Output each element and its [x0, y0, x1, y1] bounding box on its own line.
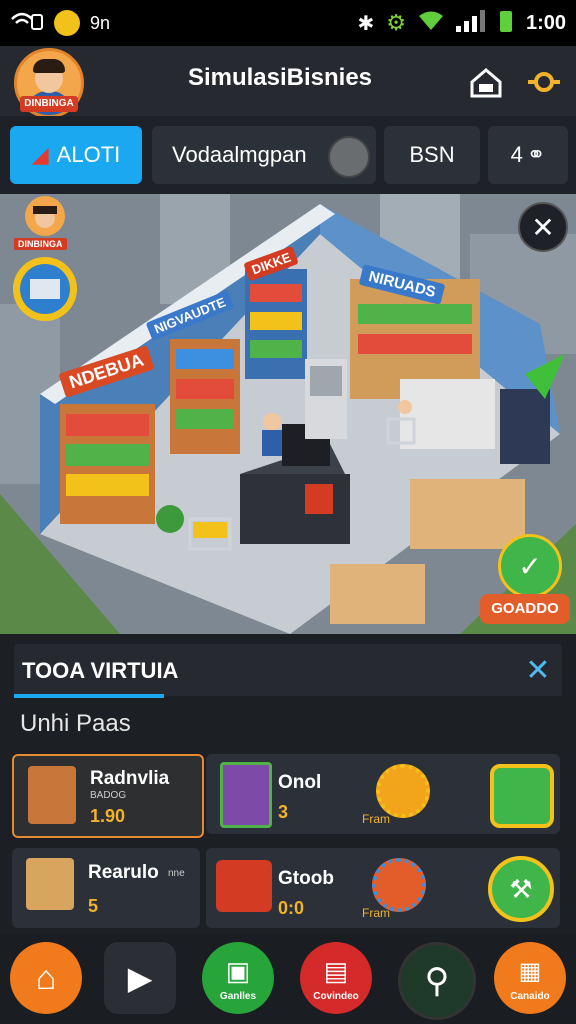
- page-title: SimulasiBisnies: [187, 64, 373, 91]
- nav-gallery-button[interactable]: ▦ Canaido: [494, 942, 566, 1014]
- tab-label: BSN: [409, 142, 455, 167]
- truck-icon: [216, 860, 272, 912]
- search-icon: ⚲: [424, 962, 450, 1000]
- nav-play-button[interactable]: ▶: [104, 942, 176, 1014]
- play-icon: ▶: [127, 960, 153, 996]
- tab-share[interactable]: 4 ⚭: [488, 126, 568, 184]
- close-icon: ✕: [525, 653, 551, 687]
- tab-label: Vodaalmgpan: [172, 142, 307, 167]
- carrier-text: 9n: [90, 12, 111, 33]
- gear-icon: ⚙: [386, 10, 406, 35]
- tab-vodaalmgpan[interactable]: Vodaalmgpan: [152, 126, 376, 184]
- nav-label: Ganlles: [219, 991, 257, 1002]
- sun-icon: [376, 764, 430, 818]
- panel-tab-indicator: [14, 694, 164, 698]
- panel-subtitle: Unhi Paas: [20, 710, 131, 737]
- image-icon: ▦: [518, 957, 542, 985]
- item-card[interactable]: Onol 3 Fram: [206, 754, 560, 834]
- tab-aloti[interactable]: ◢ ALOTI: [10, 126, 142, 184]
- item-value: 3: [278, 802, 289, 822]
- item-value: 1.90: [90, 806, 126, 826]
- scene-check-button[interactable]: ✓: [498, 534, 562, 598]
- tools-icon: ⚒: [488, 856, 554, 922]
- crate-icon: [26, 858, 74, 910]
- panel-title: TOOA VIRTUIA: [22, 658, 179, 683]
- wifi-icon: [418, 10, 444, 37]
- item-card[interactable]: Radnvlia BADOG 1.90: [12, 754, 204, 838]
- panel-close-button[interactable]: ✕: [520, 652, 556, 688]
- scene-avatar-tag: DINBINGA: [14, 238, 67, 250]
- tab-label: ALOTI: [56, 142, 121, 167]
- item-card[interactable]: Gtoob 0:0 Fram ⚒: [206, 848, 560, 928]
- tab-bar: ◢ ALOTI Vodaalmgpan BSN 4 ⚭: [0, 116, 576, 194]
- signal-icon: [455, 9, 486, 37]
- tab-bsn[interactable]: BSN: [384, 126, 480, 184]
- box-icon: [490, 764, 554, 828]
- item-card[interactable]: Rearulo nne 5: [12, 848, 200, 928]
- item-name: Radnvlia: [90, 768, 170, 789]
- store-scene[interactable]: NDEBUA NIGVAUDTE DIKKE NIRUADS DINBINGA …: [0, 194, 576, 634]
- item-extra: Fram: [362, 812, 390, 826]
- item-sub: nne: [168, 868, 185, 879]
- nav-label: Covindeo: [313, 991, 359, 1002]
- close-icon: ✕: [531, 211, 555, 243]
- item-name: Onol: [278, 772, 322, 793]
- item-extra: Fram: [362, 906, 390, 920]
- camera-icon: ▣: [225, 955, 251, 986]
- nav-label: Canaido: [510, 991, 550, 1002]
- item-name: Gtoob: [278, 868, 334, 889]
- garage-icon[interactable]: [466, 62, 506, 102]
- gift-icon: ▤: [323, 955, 349, 986]
- inventory-panel: TOOA VIRTUIA ✕ Unhi Paas Radnvlia BADOG …: [0, 634, 576, 934]
- bottom-nav: ⌂ ▶ ▣ Ganlles ▤ Covindeo ⚲ ▦ Canaido: [0, 934, 576, 1024]
- nav-home-button[interactable]: ⌂: [10, 942, 82, 1014]
- item-name: Rearulo: [88, 862, 159, 883]
- bluetooth-icon: ✱: [357, 12, 375, 35]
- item-value: 0:0: [278, 898, 305, 918]
- coin-icon: [54, 10, 80, 36]
- battery-icon: [498, 9, 514, 38]
- nav-games-button[interactable]: ▣ Ganlles: [202, 942, 274, 1014]
- item-sub: BADOG: [90, 790, 127, 801]
- clock: 1:00: [525, 11, 566, 34]
- share-icon: ⚭: [526, 142, 546, 167]
- gear-icon: [372, 858, 426, 912]
- nav-search-button[interactable]: ⚲: [398, 942, 476, 1020]
- tag-icon: ◢: [31, 142, 49, 167]
- check-icon: ✓: [518, 550, 542, 582]
- shelf-icon: [28, 766, 76, 824]
- machine-icon: [220, 762, 272, 828]
- settings-icon[interactable]: [524, 62, 564, 102]
- home-icon: ⌂: [35, 958, 57, 997]
- panel-header: TOOA VIRTUIA ✕: [14, 644, 562, 698]
- scene-action-button[interactable]: GOADDO: [480, 594, 570, 624]
- nav-gift-button[interactable]: ▤ Covindeo: [300, 942, 372, 1014]
- wifi-calling-icon: [10, 9, 44, 38]
- app-bar: DINBINGA SimulasiBisnies: [0, 46, 576, 118]
- status-bar: 9n ✱ ⚙ 1:00: [0, 0, 576, 46]
- toggle-icon: [328, 136, 370, 178]
- scene-close-button[interactable]: ✕: [518, 202, 568, 252]
- avatar-tag: DINBINGA: [20, 96, 78, 112]
- tab-label: 4: [510, 142, 523, 167]
- item-value: 5: [88, 896, 99, 916]
